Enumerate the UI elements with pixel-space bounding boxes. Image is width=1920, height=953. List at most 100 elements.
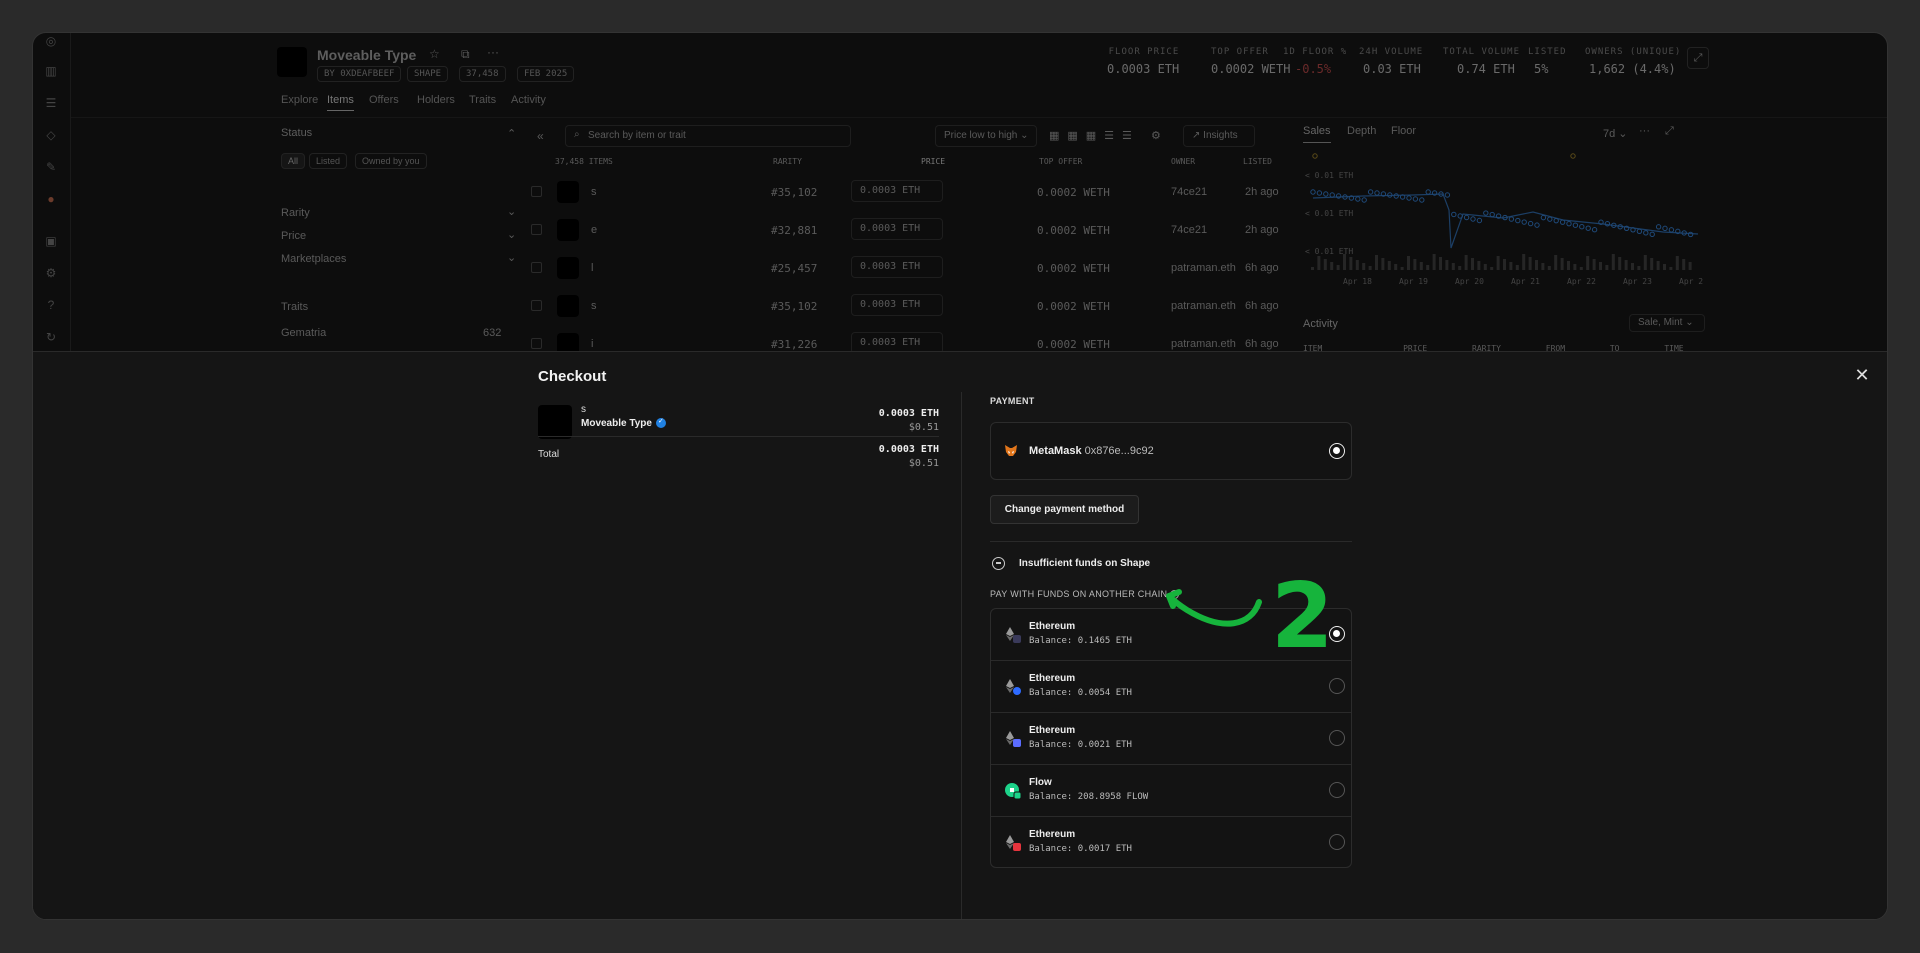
stat-value: 1,662 (4.4%): [1589, 62, 1676, 76]
list-icon[interactable]: ☰: [43, 95, 59, 111]
more-icon[interactable]: ···: [487, 45, 499, 59]
tab-sales[interactable]: Sales: [1303, 125, 1331, 143]
price-filter[interactable]: Price: [281, 230, 306, 242]
price-cell[interactable]: 0.0003 ETH: [851, 180, 943, 202]
chip-all[interactable]: All: [281, 153, 306, 169]
table-row[interactable]: l #25,457 0.0003 ETH 0.0002 WETH patrama…: [531, 252, 1291, 282]
insights-label: Insights: [1203, 130, 1238, 141]
item-listed: 6h ago: [1245, 338, 1279, 350]
tab-floor[interactable]: Floor: [1391, 125, 1416, 137]
table-row[interactable]: e #32,881 0.0003 ETH 0.0002 WETH 74ce21 …: [531, 214, 1291, 244]
row-checkbox[interactable]: [531, 262, 542, 273]
help-icon[interactable]: ?: [43, 297, 59, 313]
row-checkbox[interactable]: [531, 186, 542, 197]
tab-offers[interactable]: Offers: [369, 94, 399, 106]
refresh-icon[interactable]: ↻: [43, 329, 59, 345]
chain-radio[interactable]: [1329, 730, 1345, 746]
item-owner[interactable]: patraman.eth: [1171, 338, 1236, 350]
tab-traits[interactable]: Traits: [469, 94, 496, 106]
chain-radio[interactable]: [1329, 782, 1345, 798]
volume-bar: [1419, 262, 1423, 270]
gear-icon[interactable]: ⚙: [43, 265, 59, 281]
gematria-filter[interactable]: Gematria: [281, 327, 326, 339]
price-cell[interactable]: 0.0003 ETH: [851, 218, 943, 240]
tab-depth[interactable]: Depth: [1347, 125, 1376, 137]
creator-badge[interactable]: BY 0XDEAFBEEF: [317, 66, 402, 82]
chart-icon[interactable]: ▥: [43, 63, 59, 79]
volume-bar: [1445, 260, 1449, 270]
wallet-radio[interactable]: [1329, 443, 1345, 459]
col-price[interactable]: PRICE: [921, 157, 945, 166]
range-dropdown[interactable]: 7d ⌄: [1603, 127, 1628, 140]
chain-option[interactable]: Ethereum Balance: 0.0021 ETH: [991, 713, 1351, 765]
chip-listed[interactable]: Listed: [309, 153, 348, 169]
sale-point: [1668, 227, 1675, 233]
collection-icon[interactable]: ▣: [43, 233, 59, 249]
search-input[interactable]: ⌕ Search by item or trait: [565, 125, 851, 147]
chevron-up-icon[interactable]: ⌃: [507, 127, 516, 140]
divider: [538, 436, 939, 437]
volume-bar: [1605, 265, 1609, 270]
col-top-offer[interactable]: TOP OFFER: [1039, 157, 1082, 166]
view-toggle-icons[interactable]: ▦▦▦☰☰: [1049, 129, 1140, 142]
tab-holders[interactable]: Holders: [417, 94, 455, 106]
col-rarity[interactable]: RARITY: [773, 157, 802, 166]
price-cell[interactable]: 0.0003 ETH: [851, 294, 943, 316]
close-icon[interactable]: ✕: [1853, 366, 1871, 384]
settings-icon[interactable]: ⚙: [1151, 129, 1161, 142]
collapse-icon[interactable]: «: [537, 129, 544, 143]
sale-point: [1579, 224, 1585, 230]
payment-method-card[interactable]: MetaMask 0x876e...9c92: [990, 422, 1352, 480]
chevron-down-icon[interactable]: ⌄: [507, 251, 516, 264]
price-cell[interactable]: 0.0003 ETH: [851, 256, 943, 278]
item-thumbnail: [557, 257, 579, 279]
marketplaces-filter[interactable]: Marketplaces: [281, 253, 346, 265]
row-checkbox[interactable]: [531, 300, 542, 311]
sale-point: [1521, 219, 1527, 225]
volume-bar: [1643, 255, 1647, 270]
tab-activity[interactable]: Activity: [511, 94, 546, 106]
col-items: 37,458 ITEMS: [555, 157, 613, 166]
fullscreen-icon[interactable]: ⤢: [1665, 125, 1674, 138]
sale-point: [1463, 214, 1470, 221]
row-checkbox[interactable]: [531, 224, 542, 235]
table-row[interactable]: s #35,102 0.0003 ETH 0.0002 WETH patrama…: [531, 290, 1291, 320]
chevron-down-icon[interactable]: ⌄: [507, 228, 516, 241]
col-listed[interactable]: LISTED: [1243, 157, 1272, 166]
rarity-filter[interactable]: Rarity: [281, 207, 310, 219]
x-tick-label: Apr 21: [1511, 277, 1540, 286]
item-owner[interactable]: patraman.eth: [1171, 262, 1236, 274]
chip-owned[interactable]: Owned by you: [355, 153, 427, 169]
item-thumbnail: [557, 295, 579, 317]
item-owner[interactable]: 74ce21: [1171, 224, 1207, 236]
row-checkbox[interactable]: [531, 338, 542, 349]
chain-balance: Balance: 0.1465 ETH: [1029, 636, 1132, 646]
item-owner[interactable]: patraman.eth: [1171, 300, 1236, 312]
tab-explore[interactable]: Explore: [281, 94, 318, 106]
expand-icon[interactable]: ⤢: [1687, 47, 1709, 69]
activity-filter-dropdown[interactable]: Sale, Mint ⌄: [1629, 314, 1705, 332]
change-payment-button[interactable]: Change payment method: [990, 495, 1139, 524]
avatar-icon[interactable]: ●: [43, 191, 59, 207]
chain-option[interactable]: Ethereum Balance: 0.0017 ETH: [991, 817, 1351, 867]
cube-icon[interactable]: ◇: [43, 127, 59, 143]
tab-items[interactable]: Items: [327, 94, 354, 111]
table-row[interactable]: s #35,102 0.0003 ETH 0.0002 WETH 74ce21 …: [531, 176, 1291, 206]
chain-radio[interactable]: [1329, 834, 1345, 850]
status-filter-label[interactable]: Status: [281, 127, 312, 139]
chevron-down-icon[interactable]: ⌄: [507, 205, 516, 218]
sort-dropdown[interactable]: Price low to high ⌄: [935, 125, 1037, 147]
item-collection-name: Moveable Type: [581, 418, 652, 429]
stat-label: TOTAL VOLUME: [1443, 47, 1521, 57]
insights-button[interactable]: ↗ Insights: [1183, 125, 1255, 147]
more-icon[interactable]: ···: [1639, 125, 1650, 137]
chain-radio[interactable]: [1329, 678, 1345, 694]
compass-icon[interactable]: ◎: [43, 33, 59, 49]
ethereum-icon: [1006, 627, 1021, 643]
copy-icon[interactable]: ⧉: [461, 47, 470, 62]
item-owner[interactable]: 74ce21: [1171, 186, 1207, 198]
star-icon[interactable]: ☆: [429, 47, 440, 61]
chain-option[interactable]: Flow Balance: 208.8958 FLOW: [991, 765, 1351, 817]
pen-icon[interactable]: ✎: [43, 159, 59, 175]
sale-point: [1649, 231, 1655, 238]
